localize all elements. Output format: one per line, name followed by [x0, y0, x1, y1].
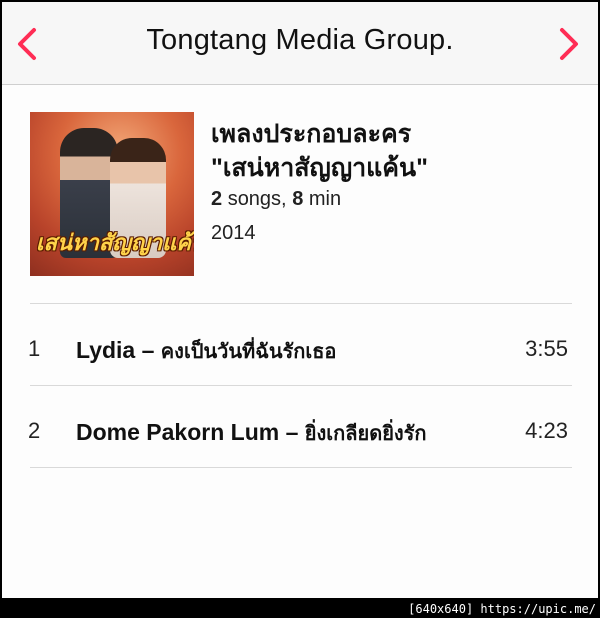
track-number: 1	[28, 336, 41, 361]
track-artist: Lydia	[76, 337, 136, 363]
track-song: คงเป็นวันที่ฉันรักเธอ	[160, 341, 337, 363]
forward-button[interactable]	[554, 26, 584, 62]
track-duration: 3:55	[525, 336, 568, 361]
page-title: Tongtang Media Group.	[146, 24, 454, 56]
track-separator: –	[285, 419, 299, 445]
navigation-bar: Tongtang Media Group.	[2, 2, 598, 85]
track-duration: 4:23	[525, 418, 568, 443]
cover-title-text: เสน่หาสัญญาแค้น	[36, 230, 194, 255]
track-number: 2	[28, 418, 41, 443]
screen: Tongtang Media Group. เสน่หาสัญญาแค้น เพ…	[2, 2, 598, 598]
album-year: 2014	[211, 222, 256, 244]
watermark-text[interactable]: [640x640] https://upic.me/	[408, 602, 596, 616]
divider	[30, 303, 572, 304]
album-meta: 2 songs, 8 min	[211, 188, 341, 211]
album-title-line2: "เสน่หาสัญญาแค้น"	[211, 154, 428, 182]
divider	[30, 467, 572, 468]
track-song: ยิ่งเกลียดยิ่งรัก	[304, 423, 427, 445]
track-artist: Dome Pakorn Lum	[76, 419, 280, 445]
track-row[interactable]: 1 Lydia – คงเป็นวันที่ฉันรักเธอ 3:55	[2, 306, 598, 386]
album-duration: 8	[292, 188, 304, 210]
track-row[interactable]: 2 Dome Pakorn Lum – ยิ่งเกลียดยิ่งรัก 4:…	[2, 388, 598, 468]
songs-label: songs,	[227, 188, 287, 210]
album-artwork[interactable]: เสน่หาสัญญาแค้น	[30, 112, 194, 276]
track-title: Lydia – คงเป็นวันที่ฉันรักเธอ	[76, 335, 336, 367]
divider	[30, 385, 572, 386]
song-count: 2	[211, 188, 223, 210]
track-title: Dome Pakorn Lum – ยิ่งเกลียดยิ่งรัก	[76, 417, 427, 449]
track-separator: –	[141, 337, 155, 363]
duration-unit: min	[308, 188, 342, 210]
chevron-right-icon	[560, 28, 578, 60]
